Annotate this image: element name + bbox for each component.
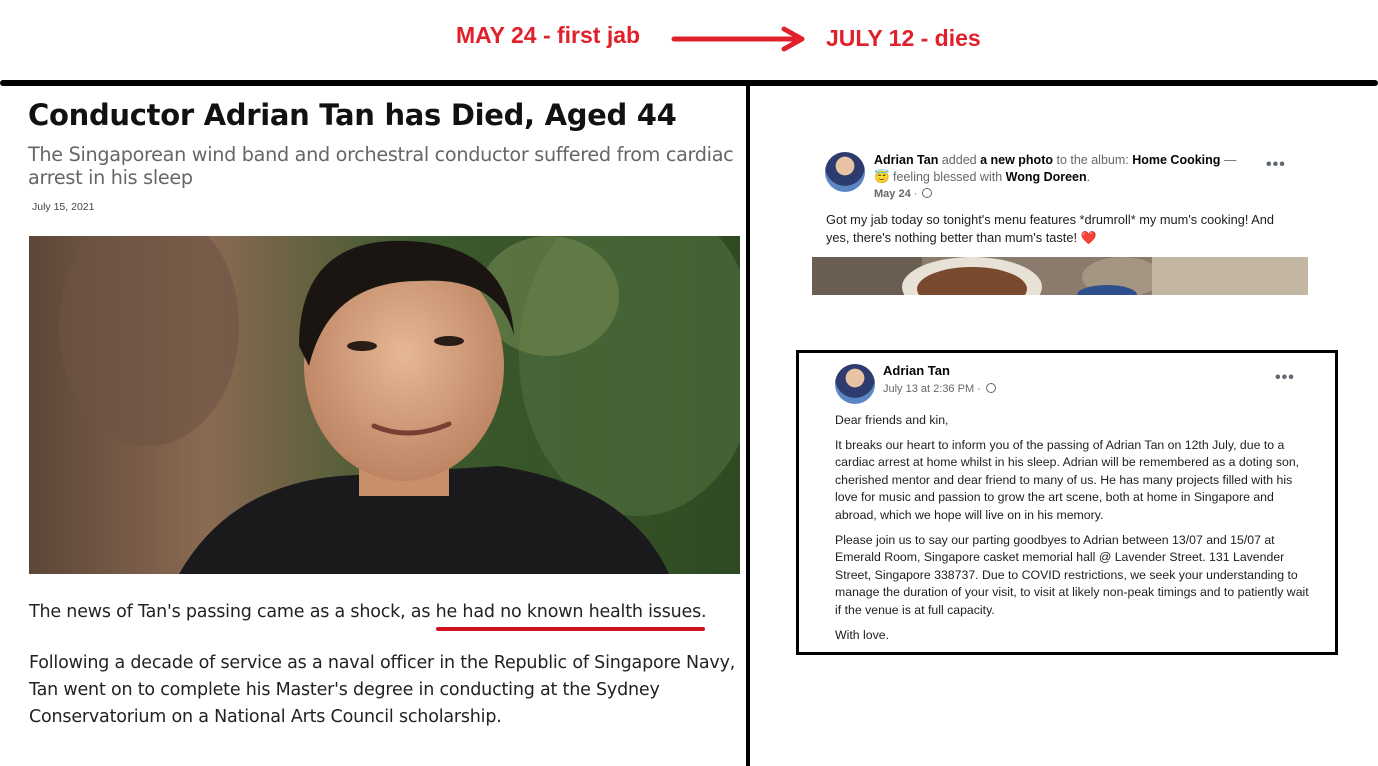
feeling-text: feeling blessed with: [889, 170, 1006, 184]
red-underline: [435, 627, 706, 631]
post-author[interactable]: Adrian Tan: [883, 363, 950, 378]
post-body: Dear friends and kin, It breaks our hear…: [835, 412, 1313, 651]
horizontal-divider: [0, 80, 1378, 86]
post-body: Got my jab today so tonight's menu featu…: [826, 212, 1275, 245]
period: .: [1086, 170, 1091, 184]
post-timestamp[interactable]: May 24 ·: [874, 188, 933, 200]
post-date: July 13 at 2:36 PM: [883, 383, 975, 395]
food-photo[interactable]: [812, 257, 1308, 295]
post-paragraph-1: It breaks our heart to inform you of the…: [835, 437, 1300, 522]
post-paragraph-2: Please join us to say our parting goodby…: [835, 532, 1309, 617]
post-action: added: [938, 153, 981, 167]
album-link[interactable]: Home Cooking: [1132, 153, 1220, 167]
article-date: July 15, 2021: [32, 201, 95, 213]
paragraph-text: The news of Tan's passing came as a shoc…: [29, 602, 436, 622]
facebook-post-july: Adrian Tan July 13 at 2:36 PM · ••• Dear…: [796, 350, 1338, 655]
avatar[interactable]: [835, 364, 875, 404]
avatar[interactable]: [825, 152, 865, 192]
vertical-divider: [746, 86, 750, 766]
post-header: Adrian Tan added a new photo to the albu…: [874, 152, 1274, 186]
article-title: Conductor Adrian Tan has Died, Aged 44: [28, 98, 677, 132]
timeline-end-label: JULY 12 - dies: [826, 25, 981, 51]
globe-icon: [985, 383, 996, 393]
paragraph-text-end: .: [701, 602, 707, 622]
post-timestamp[interactable]: July 13 at 2:36 PM ·: [883, 383, 996, 395]
post-object[interactable]: a new photo: [980, 153, 1053, 167]
highlighted-text: he had no known health issues: [435, 602, 706, 631]
timeline-start-label: MAY 24 - first jab: [456, 22, 641, 48]
dash: —: [1220, 153, 1237, 167]
arrow-right-icon: [671, 26, 805, 52]
post-author[interactable]: Adrian Tan: [874, 153, 938, 167]
highlighted-phrase: he had no known health issues: [435, 602, 702, 622]
greeting: Dear friends and kin,: [835, 413, 949, 427]
more-options-icon[interactable]: •••: [1275, 369, 1295, 387]
tagged-person[interactable]: Wong Doreen: [1006, 170, 1087, 184]
album-prefix: to the album:: [1053, 153, 1133, 167]
article-subtitle: The Singaporean wind band and orchestral…: [28, 143, 734, 189]
conductor-photo: [29, 236, 740, 574]
globe-icon: [922, 188, 933, 198]
facebook-post-may: Adrian Tan added a new photo to the albu…: [812, 148, 1308, 296]
more-options-icon[interactable]: •••: [1266, 156, 1286, 174]
closing: With love.: [835, 627, 889, 642]
feeling-emoji-icon: 😇: [874, 170, 890, 184]
post-date: May 24: [874, 188, 911, 200]
article-paragraph-1: The news of Tan's passing came as a shoc…: [29, 602, 707, 631]
article-paragraph-2: Following a decade of service as a naval…: [29, 653, 736, 727]
